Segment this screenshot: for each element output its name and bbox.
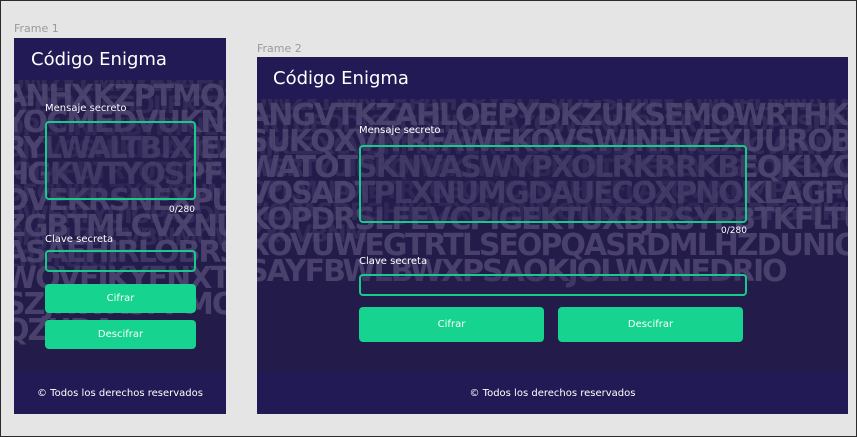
message-textarea[interactable] xyxy=(45,121,196,200)
page-title: Código Enigma xyxy=(273,68,409,89)
key-input[interactable] xyxy=(45,250,196,272)
key-input[interactable] xyxy=(359,274,747,296)
key-label: Clave secreta xyxy=(45,234,114,245)
footer: © Todos los derechos reservados xyxy=(14,372,226,414)
header: Código Enigma xyxy=(257,57,848,99)
message-label: Mensaje secreto xyxy=(359,125,441,136)
decrypt-button[interactable]: Descifrar xyxy=(45,320,196,349)
letters-background: QWZKLMNXBPAHTRYEDCVUGSOJIFKZWQPLMNAXBTRY… xyxy=(257,99,848,372)
frame-1: Código Enigma QWZKLMNXBPAHTRYEDCVUGSOJIF… xyxy=(14,38,226,414)
encrypt-button[interactable]: Cifrar xyxy=(45,284,196,313)
background-shade xyxy=(257,99,848,372)
message-textarea[interactable] xyxy=(359,145,747,223)
key-label: Clave secreta xyxy=(359,256,428,267)
letters-background: QWZKLMNXBPAHTRYEDCVUGSOJIFKZWQPLMNAXBTRY… xyxy=(14,80,226,372)
footer: © Todos los derechos reservados xyxy=(257,372,848,414)
encrypt-button[interactable]: Cifrar xyxy=(359,307,544,342)
char-counter: 0/280 xyxy=(169,205,195,215)
page-title: Código Enigma xyxy=(31,49,167,70)
frame-1-label: Frame 1 xyxy=(14,22,59,35)
message-label: Mensaje secreto xyxy=(45,103,127,114)
frame-2: Código Enigma QWZKLMNXBPAHTRYEDCVUGSOJIF… xyxy=(257,57,848,414)
header: Código Enigma xyxy=(14,38,226,80)
char-counter: 0/280 xyxy=(721,226,747,236)
frame-2-label: Frame 2 xyxy=(257,42,302,55)
decrypt-button[interactable]: Descifrar xyxy=(558,307,743,342)
